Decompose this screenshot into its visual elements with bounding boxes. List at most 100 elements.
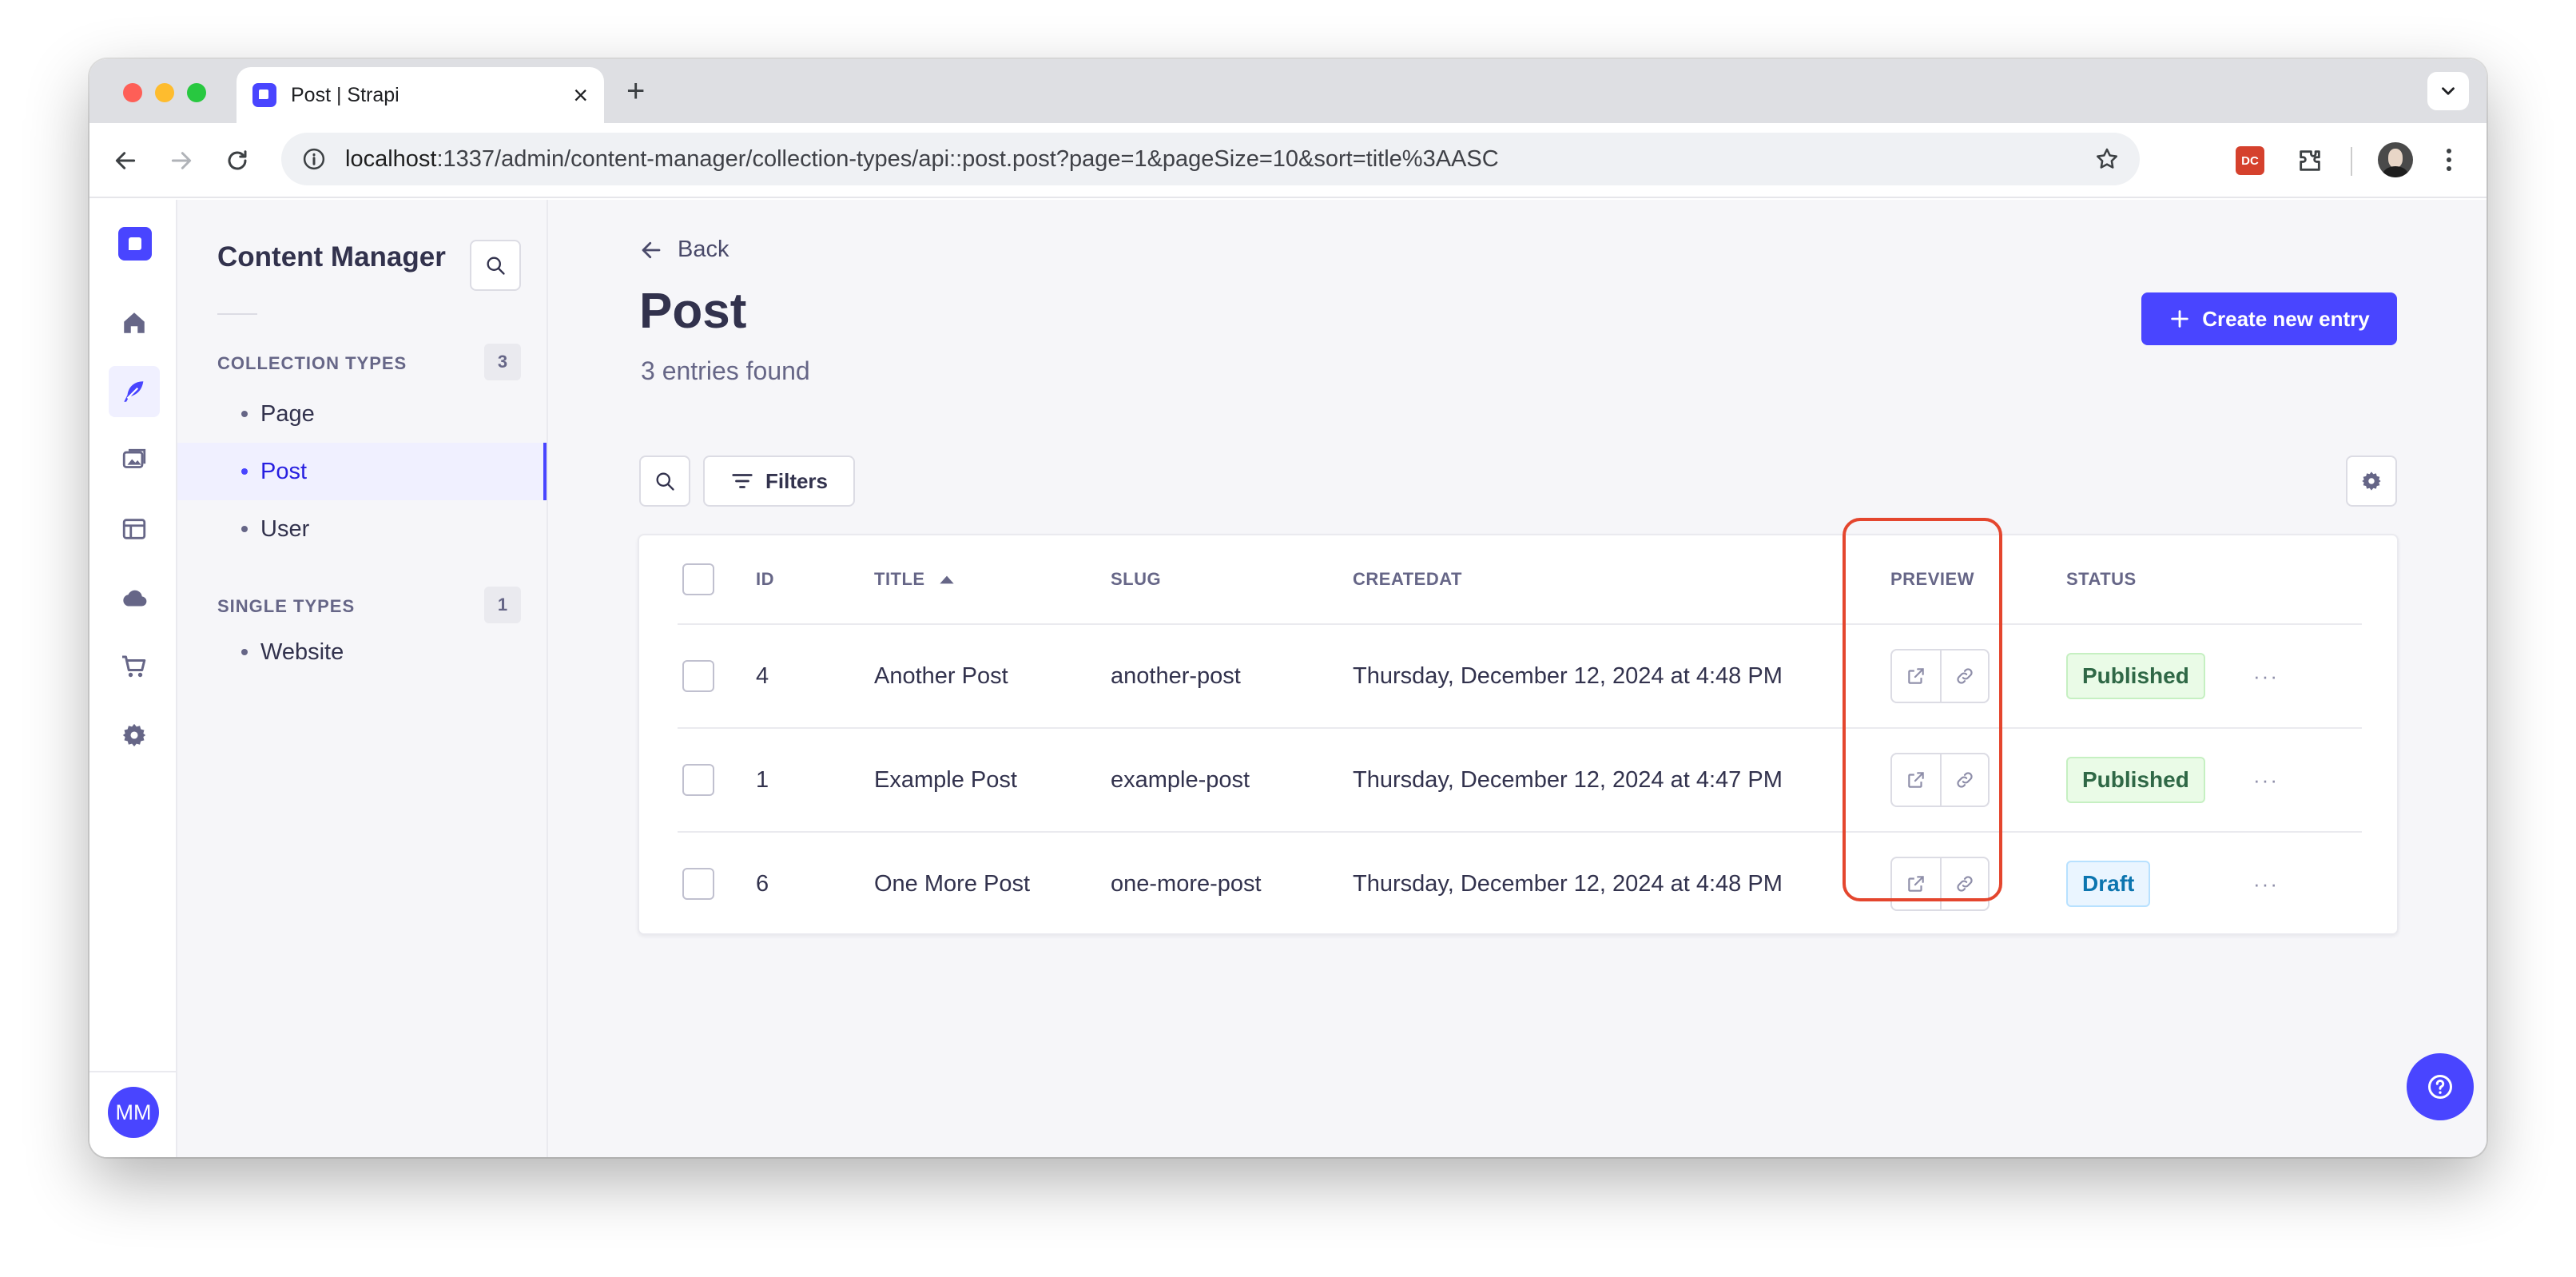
collection-types-count: 3 bbox=[484, 344, 521, 380]
page-title: Post bbox=[639, 284, 747, 339]
strapi-favicon-icon bbox=[252, 83, 276, 107]
browser-window: Post | Strapi × + localhost:1337/admin/c… bbox=[89, 59, 2487, 1157]
table-search-button[interactable] bbox=[639, 456, 690, 507]
strapi-logo-icon[interactable] bbox=[118, 227, 152, 261]
copy-preview-link-button[interactable] bbox=[1940, 754, 1988, 806]
subnav-item-label: Post bbox=[260, 458, 308, 484]
row-checkbox[interactable] bbox=[682, 660, 714, 692]
row-checkbox-cell bbox=[682, 833, 714, 935]
filters-button[interactable]: Filters bbox=[703, 456, 855, 507]
tab-close-icon[interactable]: × bbox=[573, 82, 588, 108]
subnav-item-post[interactable]: Post bbox=[177, 443, 547, 500]
bookmark-star-icon[interactable] bbox=[2092, 144, 2122, 174]
back-nav-button[interactable] bbox=[105, 141, 145, 181]
feather-icon[interactable] bbox=[109, 366, 160, 417]
cell-id: 6 bbox=[756, 870, 769, 897]
browser-toolbar: localhost:1337/admin/content-manager/col… bbox=[89, 123, 2487, 198]
url-path: :1337/admin/content-manager/collection-t… bbox=[436, 145, 1499, 172]
preview-button-group bbox=[1890, 857, 1990, 911]
row-checkbox[interactable] bbox=[682, 868, 714, 900]
create-button-label: Create new entry bbox=[2202, 306, 2370, 331]
cell-title: One More Post bbox=[874, 870, 1031, 897]
external-link-icon bbox=[1908, 668, 1924, 684]
row-checkbox[interactable] bbox=[682, 764, 714, 796]
select-all-checkbox-cell bbox=[682, 535, 714, 623]
chevron-down-icon bbox=[2442, 87, 2455, 95]
gear-icon[interactable] bbox=[109, 710, 160, 761]
subnav-item-page[interactable]: Page bbox=[177, 385, 547, 443]
table-row[interactable]: 1 Example Post example-post Thursday, De… bbox=[678, 729, 2362, 833]
tab-search-button[interactable] bbox=[2427, 72, 2469, 110]
column-header-status[interactable]: STATUS bbox=[2066, 535, 2137, 623]
copy-preview-link-button[interactable] bbox=[1940, 858, 1988, 909]
user-avatar[interactable]: MM bbox=[108, 1087, 159, 1138]
browser-menu-kebab-icon[interactable] bbox=[2437, 142, 2461, 177]
search-icon bbox=[656, 472, 674, 491]
single-types-count: 1 bbox=[484, 587, 521, 623]
subnav-search-button[interactable] bbox=[470, 240, 521, 291]
help-icon bbox=[2428, 1075, 2452, 1099]
table-row[interactable]: 6 One More Post one-more-post Thursday, … bbox=[678, 833, 2362, 935]
close-window-button[interactable] bbox=[123, 83, 142, 102]
column-header-slug[interactable]: SLUG bbox=[1111, 535, 1161, 623]
cloud-icon[interactable] bbox=[109, 572, 160, 623]
row-actions-button[interactable]: ··· bbox=[2253, 729, 2279, 831]
collection-types-label: COLLECTION TYPES bbox=[217, 353, 407, 373]
cart-icon[interactable] bbox=[109, 641, 160, 692]
profile-avatar[interactable] bbox=[2378, 142, 2413, 177]
url-host: localhost bbox=[345, 145, 437, 172]
cell-status: Draft bbox=[2066, 833, 2151, 935]
link-icon bbox=[1957, 668, 1973, 684]
rail-divider bbox=[89, 1071, 176, 1072]
subnav-item-label: Website bbox=[260, 638, 344, 665]
site-info-icon[interactable] bbox=[299, 144, 329, 174]
media-library-icon[interactable] bbox=[109, 435, 160, 486]
select-all-checkbox[interactable] bbox=[682, 563, 714, 595]
column-header-title[interactable]: TITLE bbox=[874, 535, 957, 623]
address-bar[interactable]: localhost:1337/admin/content-manager/col… bbox=[281, 133, 2140, 185]
help-button[interactable] bbox=[2407, 1053, 2474, 1120]
row-checkbox-cell bbox=[682, 625, 714, 727]
entries-count: 3 entries found bbox=[641, 356, 810, 385]
zoom-window-button[interactable] bbox=[187, 83, 206, 102]
extensions-puzzle-icon[interactable] bbox=[2293, 144, 2327, 177]
minimize-window-button[interactable] bbox=[155, 83, 174, 102]
new-tab-button[interactable]: + bbox=[626, 72, 645, 110]
row-actions-button[interactable]: ··· bbox=[2253, 833, 2279, 935]
copy-preview-link-button[interactable] bbox=[1940, 650, 1988, 702]
open-preview-button[interactable] bbox=[1892, 858, 1940, 909]
cell-title: Another Post bbox=[874, 662, 1008, 689]
filters-label: Filters bbox=[765, 468, 829, 493]
toolbar-separator bbox=[2351, 147, 2352, 176]
back-link[interactable]: Back bbox=[639, 237, 729, 263]
cell-preview bbox=[1890, 625, 1990, 727]
link-icon bbox=[1957, 772, 1973, 788]
column-header-createdat[interactable]: CREATEDAT bbox=[1353, 535, 1462, 623]
subnav-item-label: Page bbox=[260, 400, 315, 427]
preview-button-group bbox=[1890, 649, 1990, 703]
subnav-item-user[interactable]: User bbox=[177, 500, 547, 558]
search-icon bbox=[487, 257, 505, 275]
create-new-entry-button[interactable]: Create new entry bbox=[2141, 292, 2397, 345]
extension-badge-icon[interactable]: DC bbox=[2236, 146, 2264, 175]
bullet-icon bbox=[241, 526, 248, 532]
view-settings-button[interactable] bbox=[2346, 456, 2397, 507]
back-label: Back bbox=[678, 237, 729, 262]
home-icon[interactable] bbox=[109, 297, 160, 348]
cell-slug: another-post bbox=[1111, 662, 1241, 689]
strapi-admin-app: MM Content Manager COLLECTION TYPES 3 Pa… bbox=[89, 200, 2487, 1157]
row-actions-button[interactable]: ··· bbox=[2253, 625, 2279, 727]
main-nav-rail: MM bbox=[89, 200, 177, 1157]
subnav-item-website[interactable]: Website bbox=[177, 623, 547, 681]
browser-tab-active[interactable]: Post | Strapi × bbox=[237, 67, 604, 123]
table-row[interactable]: 4 Another Post another-post Thursday, De… bbox=[678, 625, 2362, 729]
open-preview-button[interactable] bbox=[1892, 754, 1940, 806]
cell-status: Published bbox=[2066, 729, 2205, 831]
column-header-id[interactable]: ID bbox=[756, 535, 774, 623]
subnav-title: Content Manager bbox=[217, 241, 446, 273]
forward-nav-button[interactable] bbox=[161, 141, 201, 181]
layout-icon[interactable] bbox=[109, 503, 160, 555]
cell-id: 1 bbox=[756, 766, 769, 793]
reload-button[interactable] bbox=[217, 141, 257, 181]
open-preview-button[interactable] bbox=[1892, 650, 1940, 702]
